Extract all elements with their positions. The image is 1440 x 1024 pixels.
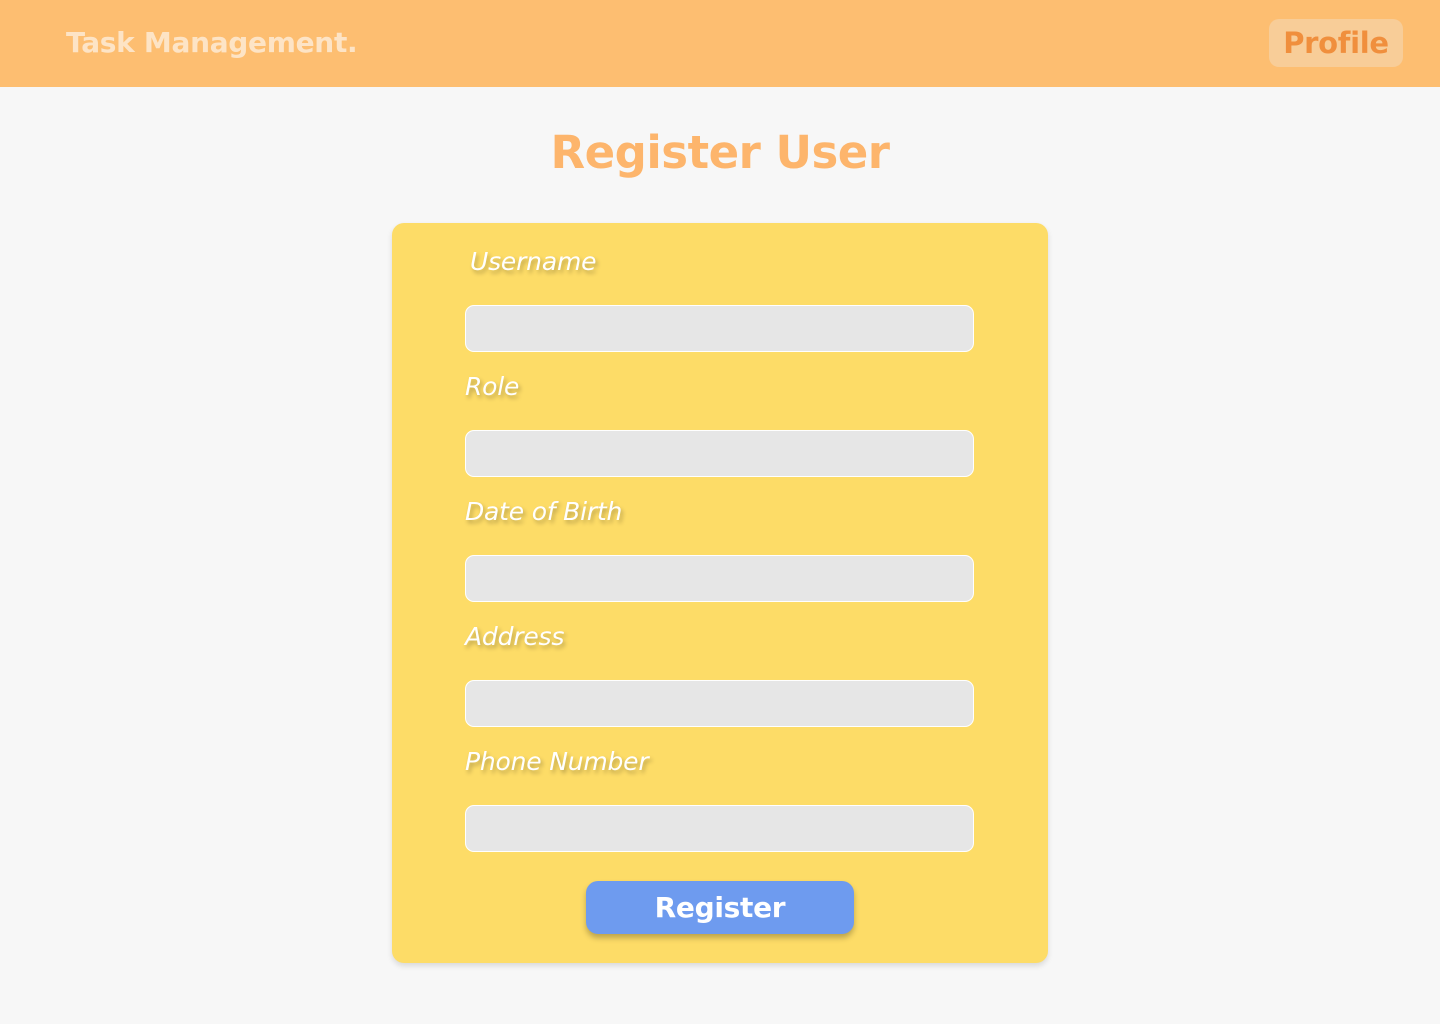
profile-button[interactable]: Profile [1269,19,1403,67]
username-label: Username [470,247,597,276]
register-form-card: Username Role Date of Birth Address Phon… [392,223,1048,963]
top-navbar: Task Management. Profile [0,0,1440,87]
phone-number-input[interactable] [465,805,974,852]
address-label: Address [465,622,565,651]
date-of-birth-input[interactable] [465,555,974,602]
phone-number-label: Phone Number [465,747,649,776]
app-brand: Task Management. [66,26,358,59]
address-input[interactable] [465,680,974,727]
page-title: Register User [550,126,890,179]
register-button[interactable]: Register [586,881,854,934]
role-input[interactable] [465,430,974,477]
role-label: Role [465,372,520,401]
username-input[interactable] [465,305,974,352]
date-of-birth-label: Date of Birth [465,497,623,526]
